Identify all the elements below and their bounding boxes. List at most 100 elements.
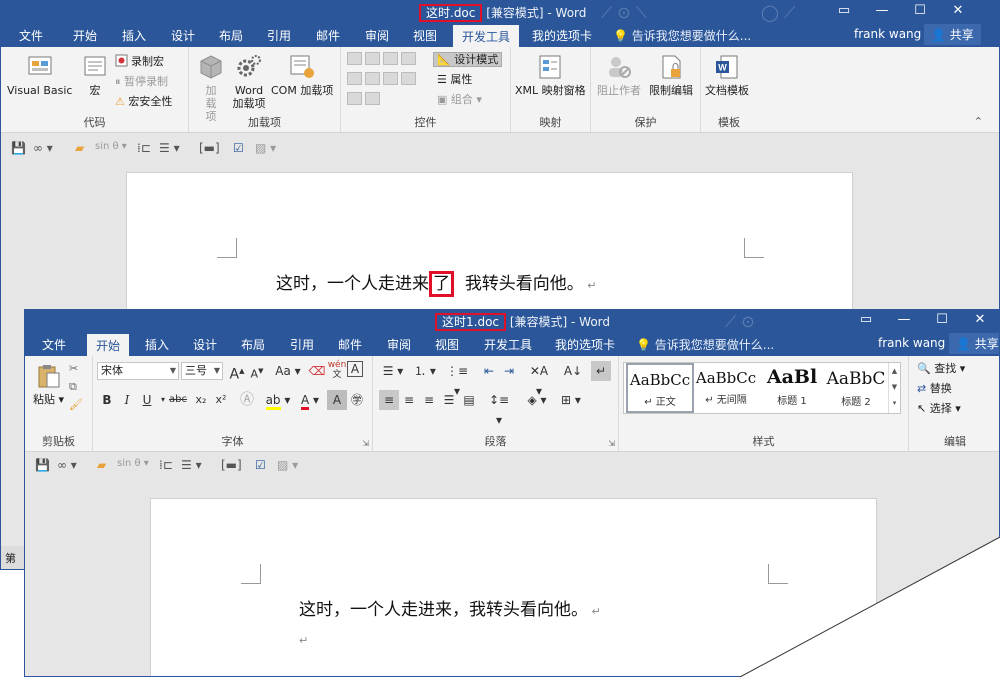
checkbox-icon[interactable]: ☑	[233, 141, 244, 155]
legacy-controls[interactable]	[347, 91, 383, 109]
tab-my-tab[interactable]: 我的选项卡	[555, 336, 615, 353]
show-marks-icon[interactable]: ↵	[591, 361, 611, 381]
subscript-button[interactable]: x₂	[191, 390, 211, 410]
link-icon[interactable]: ∞ ▾	[33, 141, 53, 155]
document-text[interactable]: 这时，一个人走进来，我转头看向他。 ↵	[299, 595, 601, 620]
tab-design[interactable]: 设计	[171, 27, 195, 44]
clear-formatting-icon[interactable]: ⌫	[307, 361, 327, 381]
macros-button[interactable]: 宏	[81, 53, 109, 97]
tab-my-tab[interactable]: 我的选项卡	[532, 27, 592, 44]
align-left-icon[interactable]: ≡	[379, 390, 399, 410]
decrease-indent-icon[interactable]: ⇤	[479, 361, 499, 381]
equation-button[interactable]: sin θ ▾	[117, 458, 149, 469]
save-icon[interactable]: 💾	[11, 141, 26, 155]
shrink-font-button[interactable]: A▼	[247, 361, 267, 381]
strikethrough-button[interactable]: abc	[167, 390, 189, 410]
tab-references[interactable]: 引用	[290, 336, 314, 353]
image-icon[interactable]: ▨ ▾	[277, 458, 298, 472]
ribbon-display-icon[interactable]: ▭	[847, 310, 885, 332]
format-painter-icon[interactable]: 🖌	[69, 396, 83, 414]
font-color-button[interactable]: A ▾	[297, 390, 323, 410]
document-text[interactable]: 这时，一个人走进来了 我转头看向他。 ↵	[276, 269, 597, 297]
com-addins-button[interactable]: COM 加载项	[271, 53, 333, 97]
align-right-icon[interactable]: ≡	[419, 390, 439, 410]
minimize-button[interactable]: —	[885, 310, 923, 332]
tell-me-box[interactable]: 💡 告诉我您想要做什么...	[636, 336, 774, 353]
change-case-button[interactable]: Aa ▾	[273, 361, 303, 381]
status-page-indicator[interactable]: 第	[1, 546, 25, 569]
close-button[interactable]: ✕	[961, 310, 999, 332]
font-size-select[interactable]: 三号 ▼	[181, 362, 223, 380]
macro-security-button[interactable]: ⚠ 宏安全性	[115, 93, 172, 111]
tab-developer[interactable]: 开发工具	[484, 336, 532, 353]
field-icon[interactable]: ⁞⊏	[137, 141, 151, 155]
restrict-editing-button[interactable]: 限制编辑	[649, 53, 693, 97]
style-heading-2[interactable]: AaBbC 标题 2	[822, 363, 890, 413]
select-button[interactable]: ↖ 选择 ▾	[917, 400, 961, 418]
italic-button[interactable]: I	[117, 390, 137, 410]
maximize-button[interactable]: ☐	[901, 1, 939, 23]
bracket-icon[interactable]: [▬]	[199, 141, 220, 155]
field-icon[interactable]: ⁞⊏	[159, 458, 173, 472]
font-name-select[interactable]: 宋体 ▼	[97, 362, 179, 380]
tab-review[interactable]: 审阅	[387, 336, 411, 353]
tab-insert[interactable]: 插入	[145, 336, 169, 353]
text-controls[interactable]	[347, 51, 419, 69]
checkbox-icon[interactable]: ☑	[255, 458, 266, 472]
link-icon[interactable]: ∞ ▾	[57, 458, 77, 472]
xml-mapping-pane-button[interactable]: XML 映射窗格	[515, 53, 586, 97]
tab-mailings[interactable]: 邮件	[338, 336, 362, 353]
cut-icon[interactable]: ✂	[69, 360, 78, 378]
maximize-button[interactable]: ☐	[923, 310, 961, 332]
enclose-characters-icon[interactable]: ㊫	[347, 390, 367, 410]
shading-button[interactable]: ◈ ▾	[523, 390, 551, 410]
bracket-icon[interactable]: [▬]	[221, 458, 242, 472]
record-macro-button[interactable]: 录制宏	[115, 53, 164, 71]
tab-references[interactable]: 引用	[267, 27, 291, 44]
character-border-icon[interactable]: A	[347, 361, 363, 377]
equation-button[interactable]: sin θ ▾	[95, 141, 127, 152]
user-name[interactable]: frank wang	[878, 336, 945, 350]
tab-layout[interactable]: 布局	[219, 27, 243, 44]
tab-file[interactable]: 文件	[19, 27, 43, 44]
increase-indent-icon[interactable]: ⇥	[499, 361, 519, 381]
close-button[interactable]: ✕	[939, 1, 977, 23]
character-shading-icon[interactable]: A	[327, 390, 347, 410]
design-mode-button[interactable]: 📐 设计模式	[433, 51, 503, 69]
minimize-button[interactable]: —	[863, 1, 901, 23]
distributed-icon[interactable]: ▤	[459, 390, 479, 410]
tab-review[interactable]: 审阅	[365, 27, 389, 44]
list-controls[interactable]	[347, 71, 419, 89]
justify-icon[interactable]: ☰	[439, 390, 459, 410]
grow-font-button[interactable]: A▲	[227, 361, 247, 383]
empty-paragraph[interactable]: ↵	[299, 629, 308, 649]
pause-recording-button[interactable]: ⏸ 暂停录制	[115, 73, 168, 91]
tab-view[interactable]: 视图	[413, 27, 437, 44]
ribbon-display-icon[interactable]: ▭	[825, 1, 863, 23]
bold-button[interactable]: B	[97, 390, 117, 410]
line-spacing-icon[interactable]: ☰ ▾	[159, 141, 180, 155]
share-button[interactable]: 👤 共享	[924, 24, 981, 45]
multilevel-list-button[interactable]: ⋮≡ ▾	[443, 361, 471, 398]
style-heading-1[interactable]: AaBl 标题 1	[758, 363, 826, 413]
dialog-launcher-icon[interactable]: ⇲	[362, 439, 369, 448]
tab-view[interactable]: 视图	[435, 336, 459, 353]
tell-me-box[interactable]: 💡 告诉我您想要做什么...	[613, 27, 751, 44]
find-button[interactable]: 🔍 查找 ▾	[917, 360, 965, 378]
chinese-layout-button[interactable]: ✕A ▾	[525, 361, 553, 398]
paste-button[interactable]: 粘贴 ▾	[33, 362, 64, 406]
align-center-icon[interactable]: ≡	[399, 390, 419, 410]
copy-icon[interactable]: ⧉	[69, 378, 77, 396]
superscript-button[interactable]: x²	[211, 390, 231, 410]
tab-file[interactable]: 文件	[42, 336, 66, 353]
block-authors-button[interactable]: 阻止作者	[597, 53, 641, 97]
borders-button[interactable]: ⊞ ▾	[557, 390, 585, 410]
highlight-color-button[interactable]: ab ▾	[265, 390, 291, 410]
replace-button[interactable]: ⇄ 替换	[917, 380, 952, 398]
style-normal[interactable]: AaBbCc ↵ 正文	[626, 363, 694, 413]
user-name[interactable]: frank wang	[854, 27, 921, 41]
properties-button[interactable]: ☰ 属性	[437, 71, 472, 89]
tab-design[interactable]: 设计	[193, 336, 217, 353]
word-addins-button[interactable]: Word 加载项	[231, 53, 267, 110]
dialog-launcher-icon[interactable]: ⇲	[608, 439, 615, 448]
